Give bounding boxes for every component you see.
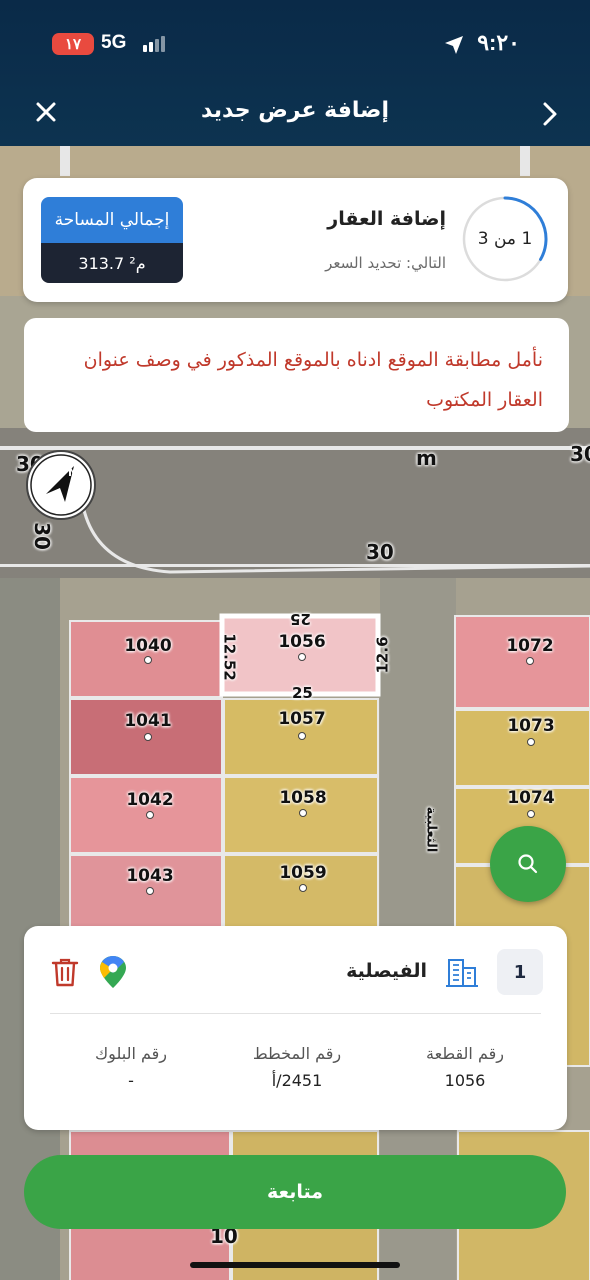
street-number: 30 [366, 540, 394, 564]
plot-label-selected: 1056 [278, 632, 326, 652]
property-index: 1 [497, 949, 543, 995]
plot-marker [527, 738, 535, 746]
svg-text:N: N [68, 466, 77, 479]
network-type: 5G [101, 32, 127, 53]
field-label: رقم المخطط [252, 1044, 342, 1063]
signal-icon [143, 36, 165, 52]
plot-dimension: 12.6 [373, 636, 392, 674]
divider [50, 1013, 541, 1014]
street-name: الثعلبية [423, 806, 439, 853]
continue-button[interactable]: متابعة [24, 1155, 566, 1229]
plot-marker [146, 887, 154, 895]
step-progress-text: 1 من 3 [477, 229, 533, 249]
plot-marker [144, 733, 152, 741]
home-indicator [190, 1262, 400, 1268]
field-value: 2451/أ [271, 1071, 323, 1090]
total-area-box: إجمالي المساحة 313.7 م² [41, 197, 183, 283]
plot-marker [144, 656, 152, 664]
plot-dimension: 25 [290, 610, 311, 628]
field-label: رقم البلوك [94, 1044, 167, 1063]
building-icon [446, 959, 478, 987]
property-info-card: 1 الفيصلية رقم القطعة 1056 رقم المخطط 24… [24, 926, 567, 1130]
plot-label: 1042 [126, 790, 174, 810]
plot-marker [146, 811, 154, 819]
step-next: التالي: تحديد السعر [325, 254, 446, 272]
compass-icon[interactable]: N [24, 448, 98, 522]
field-label: رقم القطعة [426, 1044, 504, 1063]
plot-label: 1057 [278, 709, 326, 729]
plot-label: 1040 [124, 636, 172, 656]
district-name: الفيصلية [346, 960, 427, 982]
plot-marker [526, 657, 534, 665]
plot-dimension: 12.52 [220, 633, 239, 681]
plot-marker [527, 810, 535, 818]
plot-label: 1073 [507, 716, 555, 736]
chevron-right-icon[interactable] [540, 100, 560, 128]
battery-indicator: ١٧ [52, 33, 94, 55]
plot-number-field: رقم القطعة 1056 [385, 1044, 545, 1090]
plot-label: 1043 [126, 866, 174, 886]
search-icon [518, 854, 538, 874]
plot-marker [298, 653, 306, 661]
plot-label: 1072 [506, 636, 554, 656]
plot-label: 1074 [507, 788, 555, 808]
plot-marker [298, 732, 306, 740]
step-card: 1 من 3 إضافة العقار التالي: تحديد السعر … [23, 178, 568, 302]
plot-marker [299, 884, 307, 892]
street-number: 30 [29, 522, 54, 550]
status-bar: ١٧ 5G ٩:٢٠ [0, 26, 590, 62]
field-value: 1056 [444, 1071, 486, 1090]
plan-number-field: رقم المخطط 2451/أ [217, 1044, 377, 1090]
location-notice: نأمل مطابقة الموقع ادناه بالموقع المذكور… [24, 318, 569, 432]
total-area-label: إجمالي المساحة [41, 197, 183, 243]
plot-label: 1041 [124, 711, 172, 731]
plot-label: 1059 [279, 863, 327, 883]
plot-marker [299, 809, 307, 817]
block-number-field: رقم البلوك - [51, 1044, 211, 1090]
location-arrow-icon [445, 36, 463, 54]
delete-icon[interactable] [50, 956, 80, 988]
street-number: 30 [570, 442, 590, 466]
page-title: إضافة عرض جديد [201, 98, 389, 123]
step-title: إضافة العقار [327, 208, 446, 230]
plot-label: 1058 [279, 788, 327, 808]
app-header: ١٧ 5G ٩:٢٠ إضافة عرض جديد [0, 0, 590, 146]
plot-dimension: 25 [292, 684, 313, 702]
street-marker: m [416, 446, 437, 470]
field-value: - [128, 1071, 134, 1090]
google-maps-icon[interactable] [98, 954, 128, 990]
clock: ٩:٢٠ [477, 30, 520, 55]
map-search-button[interactable] [490, 826, 566, 902]
total-area-value: 313.7 م² [41, 243, 183, 283]
